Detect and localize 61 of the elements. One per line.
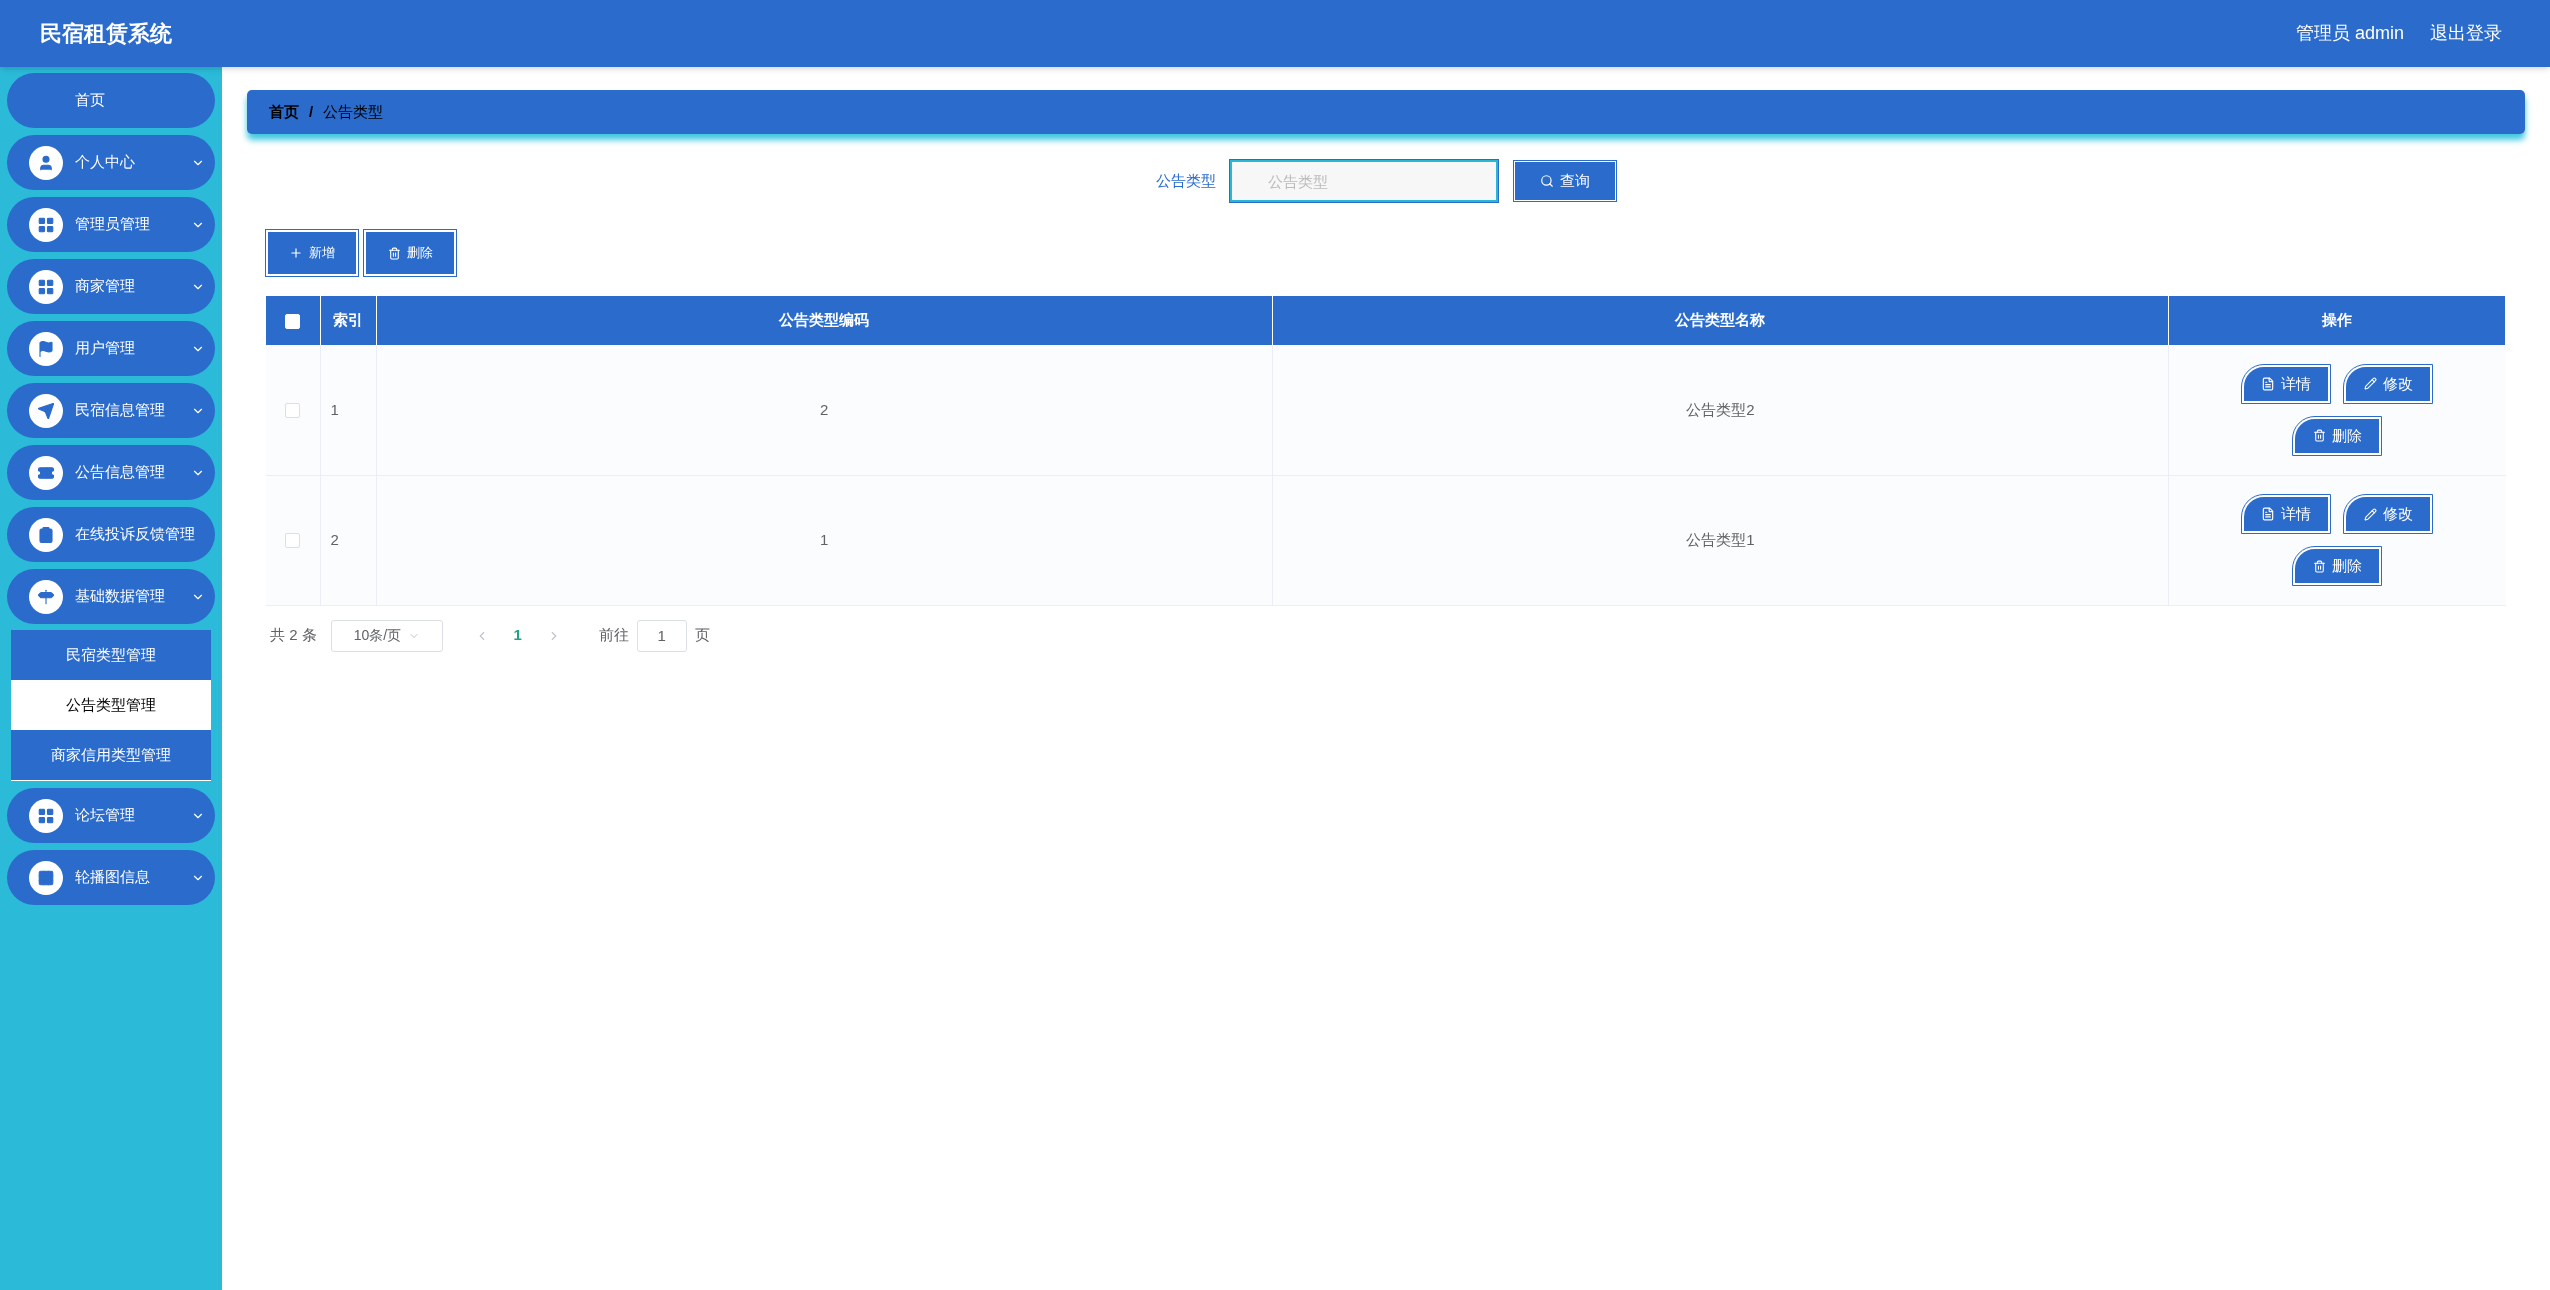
table-cell: 公告类型2	[1272, 345, 2169, 475]
search-label: 公告类型	[1156, 170, 1216, 191]
submenu-item[interactable]: 公告类型管理	[11, 680, 211, 730]
add-button[interactable]: 新增	[266, 230, 358, 276]
menu-item[interactable]: 用户管理	[7, 321, 215, 376]
menu-item[interactable]: 轮播图信息	[7, 850, 215, 905]
table-cell: 1	[320, 345, 376, 475]
goto-page-field[interactable]: 1	[636, 619, 687, 652]
edit-button[interactable]: 修改	[2344, 364, 2433, 403]
delete-button[interactable]: 删除	[2293, 416, 2382, 455]
edit-button[interactable]: 修改	[2344, 495, 2433, 533]
breadcrumb-item[interactable]: 首页	[269, 100, 299, 124]
row-checkbox[interactable]	[285, 403, 301, 419]
trash-icon	[2312, 559, 2326, 573]
select-all-checkbox[interactable]	[285, 313, 301, 329]
menu-item[interactable]: 管理员管理	[7, 197, 215, 252]
logout-link[interactable]: 退出登录	[2430, 20, 2502, 47]
submenu-item[interactable]: 商家信用类型管理	[11, 730, 211, 780]
trash-icon	[387, 246, 401, 260]
details-button[interactable]: 详情	[2242, 364, 2331, 403]
goto-label: 前往	[598, 625, 629, 646]
table-cell: 1	[376, 475, 1273, 605]
page-suffix: 页	[694, 625, 710, 646]
page-size-select[interactable]: 10条/页	[330, 619, 443, 652]
table-cell: 公告类型1	[1272, 475, 2169, 605]
total-count: 共 2 条	[270, 625, 317, 646]
document-icon	[2261, 507, 2276, 521]
menu-item[interactable]: 首页	[7, 73, 215, 128]
paper-plane-icon	[29, 393, 63, 428]
app-title: 民宿租赁系统	[40, 20, 172, 48]
document-icon	[2261, 376, 2276, 391]
table-cell: 2	[320, 475, 376, 605]
clipboard-icon	[29, 517, 63, 552]
details-button[interactable]: 详情	[2242, 495, 2331, 533]
table-cell: 2	[376, 345, 1273, 475]
menu-item[interactable]: 在线投诉反馈管理	[7, 507, 215, 562]
search-field[interactable]: 公告类型	[1230, 160, 1498, 202]
pencil-icon	[2363, 377, 2377, 391]
submenu-item[interactable]: 民宿类型管理	[11, 630, 211, 680]
breadcrumb-separator: /	[309, 101, 314, 122]
user-label: 管理员 admin	[2295, 22, 2404, 45]
flag-icon	[29, 331, 63, 366]
search-icon	[1540, 174, 1554, 188]
menu-item[interactable]: 民宿信息管理	[7, 383, 215, 438]
menu-item[interactable]: 论坛管理	[7, 788, 215, 843]
row-checkbox[interactable]	[285, 533, 301, 549]
trash-icon	[2312, 429, 2326, 443]
menu-item[interactable]: 公告信息管理	[7, 445, 215, 500]
pencil-icon	[2363, 507, 2377, 521]
ticket-icon	[29, 455, 63, 490]
menu-item[interactable]: 个人中心	[7, 135, 215, 190]
menu-item[interactable]: 基础数据管理	[7, 569, 215, 624]
plus-icon	[289, 246, 303, 260]
delete-button[interactable]: 删除	[2293, 547, 2382, 585]
person-icon	[29, 145, 63, 180]
page-number[interactable]: 1	[502, 624, 533, 647]
menu-item[interactable]: 商家管理	[7, 259, 215, 314]
signpost-icon	[29, 579, 63, 614]
delete-button[interactable]: 删除	[364, 230, 456, 276]
breadcrumb-item: 公告类型	[323, 101, 384, 122]
search-button[interactable]: 查询	[1514, 161, 1616, 201]
